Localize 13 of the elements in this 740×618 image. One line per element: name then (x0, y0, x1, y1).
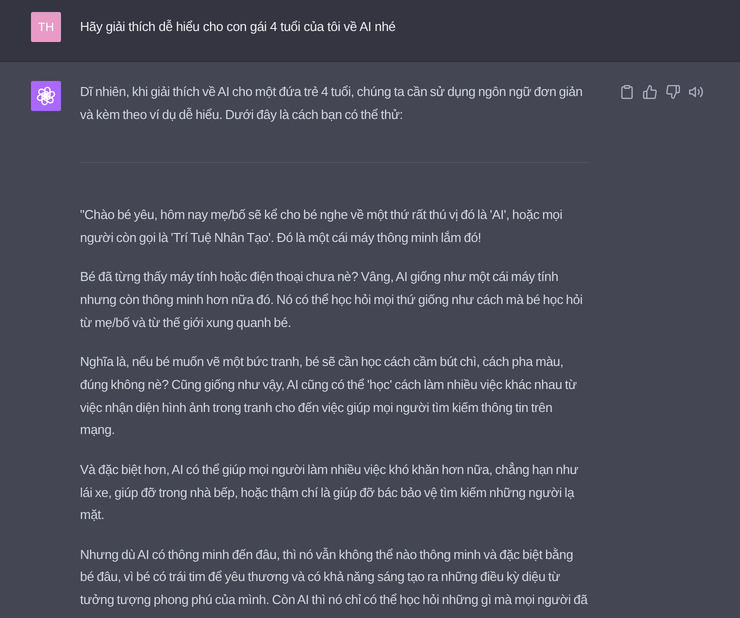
response-paragraph: Nghĩa là, nếu bé muốn vẽ một bức tranh, bé sẽ cần học cách cầm bút chì, cách pha màu, đúng không nè? Cũng giống như vậy, AI cũng có thể 'học' cách làm nhiều việc khác nhau từ việc nhận diện hình ảnh trong tranh cho đến việc giúp mọi người tìm kiếm thông tin trên mạng. (80, 353, 578, 440)
response-paragraph: Nhưng dù AI có thông minh đến đâu, thì nó vẫn không thể nào thông minh và đặc biệt bằng bé đâu, vì bé có trái tim để yêu thương và có khả năng sáng tạo ra những điều kỳ diệu từ tưởng tượng phong phú của mình. Còn AI thì nó chỉ có thể học hỏi những gì mà mọi người đã (80, 546, 589, 610)
thumbs-down-icon[interactable] (666, 85, 680, 99)
assistant-avatar-icon (31, 81, 61, 111)
user-avatar: TH (31, 12, 61, 42)
thumbs-up-icon[interactable] (643, 85, 657, 99)
prompt-text: Hãy giải thích dễ hiểu cho con gái 4 tuổi của tôi về AI nhé (80, 18, 397, 36)
speaker-icon[interactable] (689, 85, 703, 99)
response-paragraph: Bé đã từng thấy máy tính hoặc điện thoại chưa nè? Vâng, AI giống như một cái máy tính nhưng còn thông minh hơn nữa đó. Nó có thể học hỏi mọi thứ giống như cách mà bé học hỏi từ mẹ/bố và từ thế giới xung quanh bé. (80, 268, 584, 332)
response-paragraph: "Chào bé yêu, hôm nay mẹ/bố sẽ kể cho bé nghe về một thứ rất thú vị đó là 'AI', hoặc mọi người còn gọi là 'Trí Tuệ Nhân Tạo'. Đó là một cái máy thông minh lắm đó! (80, 206, 564, 247)
response-paragraph: Và đặc biệt hơn, AI có thể giúp mọi người làm nhiều việc khó khăn hơn nữa, chẳng hạn như lái xe, giúp đỡ trong nhà bếp, hoặc thậm chí là giúp đỡ bác bảo vệ tìm kiếm những người lạ mặt. (80, 460, 580, 524)
response-paragraph: Dĩ nhiên, khi giải thích về AI cho một đứa trẻ 4 tuổi, chúng ta cần sử dụng ngôn ngữ đơn giản và kèm theo ví dụ dễ hiểu. Dưới đây là cách bạn có thể thử: (80, 83, 584, 124)
clipboard-icon[interactable] (620, 85, 634, 99)
